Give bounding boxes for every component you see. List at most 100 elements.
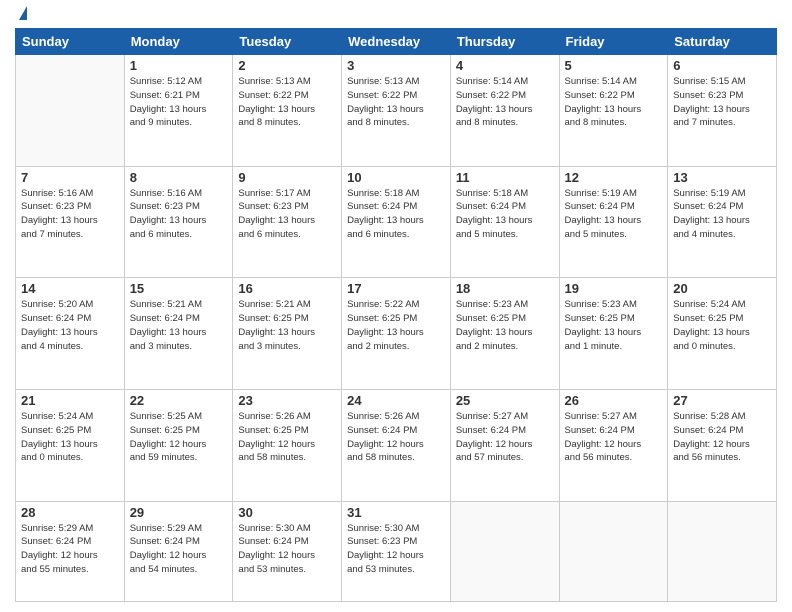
calendar-header-friday: Friday — [559, 29, 668, 55]
calendar-day-cell: 14 Sunrise: 5:20 AMSunset: 6:24 PMDayligh… — [16, 278, 125, 390]
calendar-week-row: 1 Sunrise: 5:12 AMSunset: 6:21 PMDaylight… — [16, 55, 777, 167]
day-number: 25 — [456, 393, 554, 408]
day-info: Sunrise: 5:20 AMSunset: 6:24 PMDaylight:… — [21, 298, 119, 353]
day-info: Sunrise: 5:24 AMSunset: 6:25 PMDaylight:… — [21, 410, 119, 465]
day-info: Sunrise: 5:16 AMSunset: 6:23 PMDaylight:… — [130, 187, 228, 242]
day-info: Sunrise: 5:17 AMSunset: 6:23 PMDaylight:… — [238, 187, 336, 242]
day-info: Sunrise: 5:24 AMSunset: 6:25 PMDaylight:… — [673, 298, 771, 353]
day-number: 23 — [238, 393, 336, 408]
calendar-day-cell: 27 Sunrise: 5:28 AMSunset: 6:24 PMDayligh… — [668, 389, 777, 501]
day-number: 20 — [673, 281, 771, 296]
day-number: 16 — [238, 281, 336, 296]
day-info: Sunrise: 5:30 AMSunset: 6:24 PMDaylight:… — [238, 522, 336, 577]
calendar-week-row: 21 Sunrise: 5:24 AMSunset: 6:25 PMDayligh… — [16, 389, 777, 501]
day-number: 19 — [565, 281, 663, 296]
calendar-day-cell: 21 Sunrise: 5:24 AMSunset: 6:25 PMDayligh… — [16, 389, 125, 501]
day-number: 6 — [673, 58, 771, 73]
day-info: Sunrise: 5:26 AMSunset: 6:25 PMDaylight:… — [238, 410, 336, 465]
calendar-day-cell: 24Sunrise: 5:26 AMSunset: 6:24 PMDayligh… — [342, 389, 451, 501]
day-info: Sunrise: 5:18 AMSunset: 6:24 PMDaylight:… — [347, 187, 445, 242]
day-number: 9 — [238, 170, 336, 185]
day-number: 24 — [347, 393, 445, 408]
day-number: 26 — [565, 393, 663, 408]
calendar-header-wednesday: Wednesday — [342, 29, 451, 55]
day-info: Sunrise: 5:28 AMSunset: 6:24 PMDaylight:… — [673, 410, 771, 465]
day-number: 5 — [565, 58, 663, 73]
day-info: Sunrise: 5:16 AMSunset: 6:23 PMDaylight:… — [21, 187, 119, 242]
day-number: 28 — [21, 505, 119, 520]
day-info: Sunrise: 5:29 AMSunset: 6:24 PMDaylight:… — [130, 522, 228, 577]
calendar-header-saturday: Saturday — [668, 29, 777, 55]
day-info: Sunrise: 5:21 AMSunset: 6:24 PMDaylight:… — [130, 298, 228, 353]
calendar-table: SundayMondayTuesdayWednesdayThursdayFrid… — [15, 28, 777, 602]
day-info: Sunrise: 5:15 AMSunset: 6:23 PMDaylight:… — [673, 75, 771, 130]
day-info: Sunrise: 5:29 AMSunset: 6:24 PMDaylight:… — [21, 522, 119, 577]
day-info: Sunrise: 5:23 AMSunset: 6:25 PMDaylight:… — [565, 298, 663, 353]
calendar-day-cell: 3Sunrise: 5:13 AMSunset: 6:22 PMDaylight… — [342, 55, 451, 167]
day-number: 21 — [21, 393, 119, 408]
day-info: Sunrise: 5:22 AMSunset: 6:25 PMDaylight:… — [347, 298, 445, 353]
day-number: 10 — [347, 170, 445, 185]
calendar-day-cell — [450, 501, 559, 601]
day-number: 22 — [130, 393, 228, 408]
calendar-day-cell: 31 Sunrise: 5:30 AMSunset: 6:23 PMDayligh… — [342, 501, 451, 601]
day-info: Sunrise: 5:27 AMSunset: 6:24 PMDaylight:… — [456, 410, 554, 465]
calendar-day-cell: 22 Sunrise: 5:25 AMSunset: 6:25 PMDayligh… — [124, 389, 233, 501]
logo-triangle-icon — [19, 6, 27, 20]
day-info: Sunrise: 5:21 AMSunset: 6:25 PMDaylight:… — [238, 298, 336, 353]
calendar-day-cell: 13Sunrise: 5:19 AMSunset: 6:24 PMDayligh… — [668, 166, 777, 278]
day-number: 29 — [130, 505, 228, 520]
day-info: Sunrise: 5:30 AMSunset: 6:23 PMDaylight:… — [347, 522, 445, 577]
calendar-day-cell: 2 Sunrise: 5:13 AMSunset: 6:22 PMDaylight… — [233, 55, 342, 167]
calendar-day-cell: 25 Sunrise: 5:27 AMSunset: 6:24 PMDayligh… — [450, 389, 559, 501]
calendar-day-cell — [16, 55, 125, 167]
calendar-page: SundayMondayTuesdayWednesdayThursdayFrid… — [0, 0, 792, 612]
calendar-day-cell: 8 Sunrise: 5:16 AMSunset: 6:23 PMDaylight… — [124, 166, 233, 278]
calendar-day-cell: 7 Sunrise: 5:16 AMSunset: 6:23 PMDaylight… — [16, 166, 125, 278]
calendar-day-cell: 23 Sunrise: 5:26 AMSunset: 6:25 PMDayligh… — [233, 389, 342, 501]
calendar-day-cell: 28 Sunrise: 5:29 AMSunset: 6:24 PMDayligh… — [16, 501, 125, 601]
day-number: 8 — [130, 170, 228, 185]
calendar-day-cell: 12 Sunrise: 5:19 AMSunset: 6:24 PMDayligh… — [559, 166, 668, 278]
calendar-day-cell: 19 Sunrise: 5:23 AMSunset: 6:25 PMDayligh… — [559, 278, 668, 390]
day-number: 17 — [347, 281, 445, 296]
calendar-header-sunday: Sunday — [16, 29, 125, 55]
day-number: 15 — [130, 281, 228, 296]
calendar-day-cell: 18Sunrise: 5:23 AMSunset: 6:25 PMDayligh… — [450, 278, 559, 390]
day-info: Sunrise: 5:14 AMSunset: 6:22 PMDaylight:… — [456, 75, 554, 130]
day-info: Sunrise: 5:23 AMSunset: 6:25 PMDaylight:… — [456, 298, 554, 353]
calendar-day-cell: 6 Sunrise: 5:15 AMSunset: 6:23 PMDaylight… — [668, 55, 777, 167]
calendar-day-cell: 20 Sunrise: 5:24 AMSunset: 6:25 PMDayligh… — [668, 278, 777, 390]
calendar-day-cell: 10 Sunrise: 5:18 AMSunset: 6:24 PMDayligh… — [342, 166, 451, 278]
day-info: Sunrise: 5:13 AMSunset: 6:22 PMDaylight:… — [238, 75, 336, 130]
calendar-day-cell: 30Sunrise: 5:30 AMSunset: 6:24 PMDayligh… — [233, 501, 342, 601]
calendar-day-cell: 29 Sunrise: 5:29 AMSunset: 6:24 PMDayligh… — [124, 501, 233, 601]
calendar-day-cell: 17 Sunrise: 5:22 AMSunset: 6:25 PMDayligh… — [342, 278, 451, 390]
day-number: 1 — [130, 58, 228, 73]
calendar-day-cell: 11Sunrise: 5:18 AMSunset: 6:24 PMDayligh… — [450, 166, 559, 278]
calendar-day-cell: 16 Sunrise: 5:21 AMSunset: 6:25 PMDayligh… — [233, 278, 342, 390]
calendar-week-row: 7 Sunrise: 5:16 AMSunset: 6:23 PMDaylight… — [16, 166, 777, 278]
calendar-day-cell: 1 Sunrise: 5:12 AMSunset: 6:21 PMDaylight… — [124, 55, 233, 167]
day-number: 4 — [456, 58, 554, 73]
day-info: Sunrise: 5:25 AMSunset: 6:25 PMDaylight:… — [130, 410, 228, 465]
calendar-header-thursday: Thursday — [450, 29, 559, 55]
calendar-week-row: 28 Sunrise: 5:29 AMSunset: 6:24 PMDayligh… — [16, 501, 777, 601]
calendar-day-cell — [668, 501, 777, 601]
day-info: Sunrise: 5:19 AMSunset: 6:24 PMDaylight:… — [673, 187, 771, 242]
day-info: Sunrise: 5:12 AMSunset: 6:21 PMDaylight:… — [130, 75, 228, 130]
day-number: 12 — [565, 170, 663, 185]
calendar-day-cell: 5Sunrise: 5:14 AMSunset: 6:22 PMDaylight… — [559, 55, 668, 167]
day-number: 7 — [21, 170, 119, 185]
calendar-header-row: SundayMondayTuesdayWednesdayThursdayFrid… — [16, 29, 777, 55]
day-number: 14 — [21, 281, 119, 296]
day-info: Sunrise: 5:27 AMSunset: 6:24 PMDaylight:… — [565, 410, 663, 465]
day-info: Sunrise: 5:19 AMSunset: 6:24 PMDaylight:… — [565, 187, 663, 242]
calendar-day-cell: 26 Sunrise: 5:27 AMSunset: 6:24 PMDayligh… — [559, 389, 668, 501]
calendar-header-monday: Monday — [124, 29, 233, 55]
day-number: 27 — [673, 393, 771, 408]
day-number: 2 — [238, 58, 336, 73]
day-number: 31 — [347, 505, 445, 520]
day-number: 11 — [456, 170, 554, 185]
header — [15, 10, 777, 20]
